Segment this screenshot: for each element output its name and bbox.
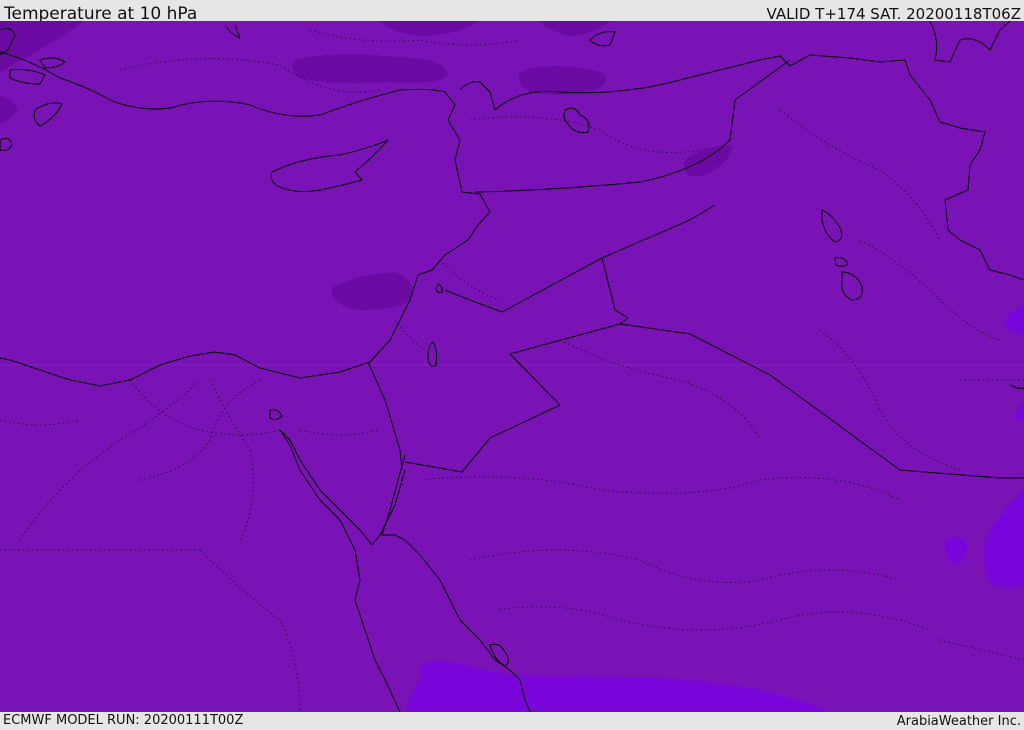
map-canvas[interactable] [0, 21, 1024, 712]
header-bar: Temperature at 10 hPa VALID T+174 SAT. 2… [0, 0, 1024, 24]
footer-bar: ECMWF MODEL RUN: 20200111T00Z ArabiaWeat… [0, 712, 1024, 729]
credit: ArabiaWeather Inc. [896, 714, 1021, 729]
map-svg [0, 21, 1024, 712]
temperature-field [0, 21, 1024, 712]
model-run: ECMWF MODEL RUN: 20200111T00Z [3, 713, 244, 728]
